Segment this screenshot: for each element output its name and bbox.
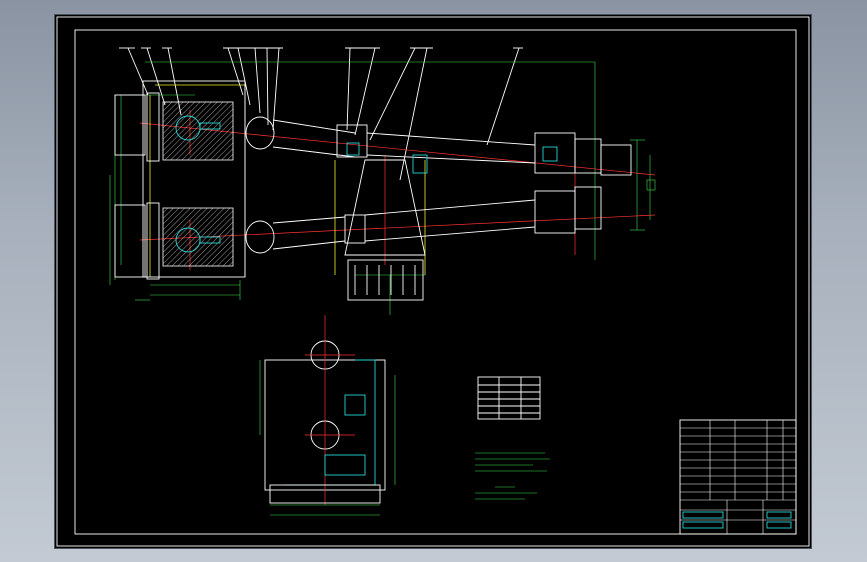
main-view[interactable] — [80, 15, 656, 315]
upper-rod — [245, 116, 632, 176]
pedestal-base — [347, 259, 424, 301]
side-view[interactable] — [259, 315, 396, 516]
cad-viewport[interactable] — [55, 15, 811, 548]
title-block[interactable] — [679, 419, 797, 535]
title-block-frame — [679, 419, 797, 535]
upper-flange-plate — [146, 92, 160, 162]
lower-flange-plate — [146, 202, 160, 280]
lower-left-block — [162, 207, 234, 267]
upper-flange — [114, 94, 146, 156]
lower-flange — [114, 204, 146, 278]
pedestal-base-bolts — [354, 265, 416, 295]
notes — [475, 452, 550, 500]
cyan-section-details — [199, 122, 558, 244]
upper-left-block — [162, 101, 234, 161]
parts-table[interactable] — [477, 376, 541, 420]
outer-border — [56, 16, 810, 547]
assembly-drawing — [56, 15, 810, 547]
title-block-rows — [680, 420, 796, 534]
side-section-cyan — [285, 359, 376, 486]
